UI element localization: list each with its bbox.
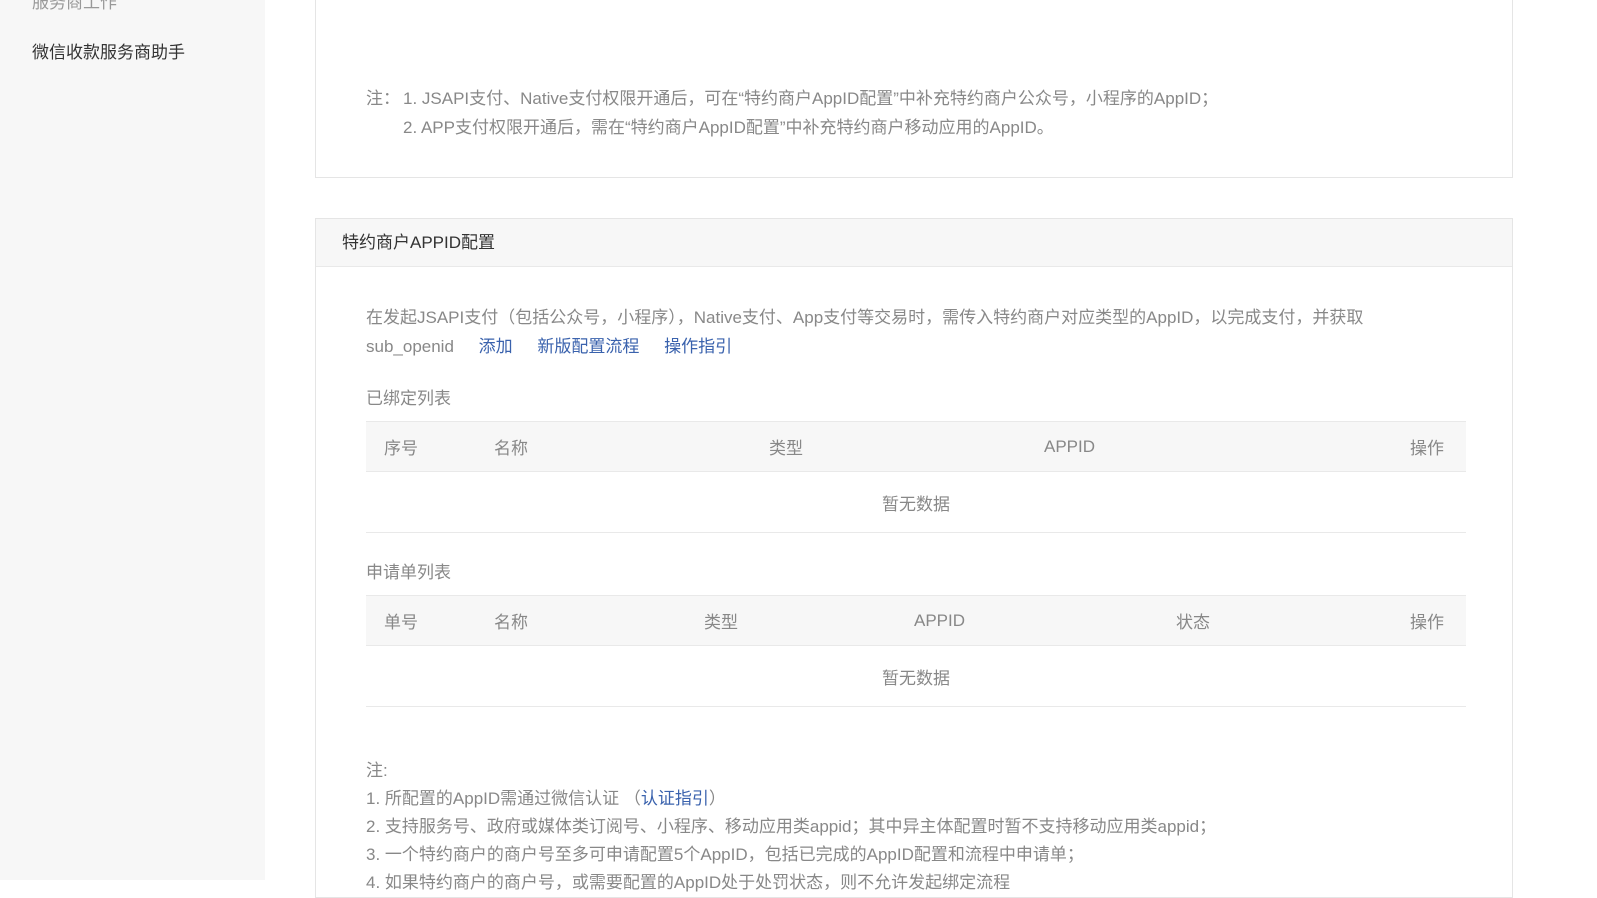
bound-list-label: 已绑定列表 [366,389,451,408]
table-header-row: 序号 名称 类型 APPID 操作 [366,421,1466,472]
note-item-3: 3. 一个特约商户的商户号至多可申请配置5个AppID，包括已完成的AppID配… [366,845,1084,864]
empty-state: 暂无数据 [366,645,1466,707]
col-action: 操作 [1410,439,1444,458]
note-item-1-suffix: ） [708,789,726,808]
table-header-row: 单号 名称 类型 APPID 状态 操作 [366,595,1466,646]
col-name: 名称 [494,613,528,632]
col-index: 序号 [384,439,418,458]
note-line-2: 2. APP支付权限开通后，需在“特约商户AppID配置”中补充特约商户移动应用… [403,118,1054,137]
description-text: 在发起JSAPI支付（包括公众号，小程序），Native支付、App支付等交易时… [366,308,1364,356]
new-flow-link[interactable]: 新版配置流程 [537,337,639,356]
sidebar-item-partial[interactable]: 服务商工作 [32,0,117,13]
note-line-1: 1. JSAPI支付、Native支付权限开通后，可在“特约商户AppID配置”… [403,89,1219,108]
appid-notes: 注: 1. 所配置的AppID需通过微信认证 （认证指引） 2. 支持服务号、政… [366,757,1216,897]
permissions-note: 注： 1. JSAPI支付、Native支付权限开通后，可在“特约商户AppID… [366,84,1218,142]
col-name: 名称 [494,439,528,458]
note-prefix: 注： [366,89,400,108]
note-item-2: 2. 支持服务号、政府或媒体类订阅号、小程序、移动应用类appid；其中异主体配… [366,817,1217,836]
certification-guide-link[interactable]: 认证指引 [641,789,709,808]
col-appid: APPID [1044,436,1096,456]
note-indent [366,113,403,142]
empty-state: 暂无数据 [366,471,1466,533]
application-list-label: 申请单列表 [366,563,451,582]
col-appid: APPID [914,610,966,630]
note-item-1-text: 1. 所配置的AppID需通过微信认证 （ [366,789,641,808]
col-type: 类型 [704,613,738,632]
col-type: 类型 [769,439,803,458]
guide-link[interactable]: 操作指引 [664,337,732,356]
sidebar: 服务商工作 微信收款服务商助手 [0,0,265,880]
note-item-1: 1. 所配置的AppID需通过微信认证 （认证指引） [366,785,1216,813]
sidebar-item-wechat-pay-assistant[interactable]: 微信收款服务商助手 [32,38,185,63]
col-order-no: 单号 [384,613,418,632]
note-item-4: 4. 如果特约商户的商户号，或需要配置的AppID处于处罚状态，则不允许发起绑定… [366,873,1011,892]
panel-title: 特约商户APPID配置 [316,219,1512,267]
notes-title: 注: [366,761,388,780]
application-list-table: 单号 名称 类型 APPID 状态 操作 暂无数据 [366,595,1466,707]
col-status: 状态 [1176,613,1210,632]
appid-config-panel: 特约商户APPID配置 在发起JSAPI支付（包括公众号，小程序），Native… [315,218,1513,898]
appid-description: 在发起JSAPI支付（包括公众号，小程序），Native支付、App支付等交易时… [366,303,1426,361]
add-link[interactable]: 添加 [479,337,513,356]
payment-permissions-panel: 注： 1. JSAPI支付、Native支付权限开通后，可在“特约商户AppID… [315,0,1513,178]
bound-list-table: 序号 名称 类型 APPID 操作 暂无数据 [366,421,1466,533]
col-action: 操作 [1410,613,1444,632]
